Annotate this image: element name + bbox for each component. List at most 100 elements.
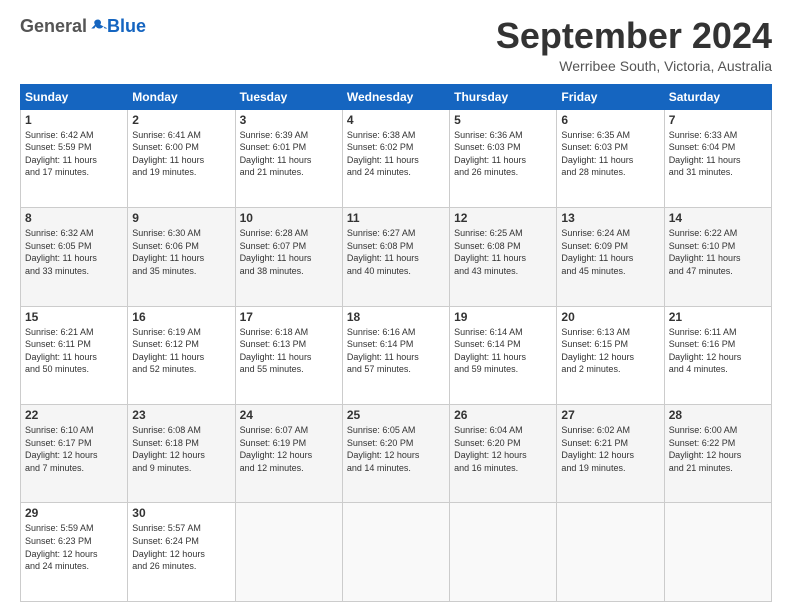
calendar-cell: 1 Sunrise: 6:42 AM Sunset: 5:59 PM Daylig… (21, 109, 128, 207)
cell-content: Sunrise: 6:41 AM Sunset: 6:00 PM Dayligh… (132, 129, 230, 179)
cell-content: Sunrise: 6:33 AM Sunset: 6:04 PM Dayligh… (669, 129, 767, 179)
calendar-cell: 22 Sunrise: 6:10 AM Sunset: 6:17 PM Dayli… (21, 405, 128, 503)
cell-content: Sunrise: 6:32 AM Sunset: 6:05 PM Dayligh… (25, 227, 123, 277)
calendar-cell (235, 503, 342, 602)
day-number: 14 (669, 211, 767, 225)
calendar-cell: 23Sunrise: 6:08 AM Sunset: 6:18 PM Dayli… (128, 405, 235, 503)
day-number: 22 (25, 408, 123, 422)
week-row-1: 1 Sunrise: 6:42 AM Sunset: 5:59 PM Daylig… (21, 109, 772, 207)
cell-content: Sunrise: 6:02 AM Sunset: 6:21 PM Dayligh… (561, 424, 659, 474)
cell-content: Sunrise: 6:19 AM Sunset: 6:12 PM Dayligh… (132, 326, 230, 376)
cell-content: Sunrise: 5:59 AM Sunset: 6:23 PM Dayligh… (25, 522, 123, 572)
cell-content: Sunrise: 6:04 AM Sunset: 6:20 PM Dayligh… (454, 424, 552, 474)
calendar-cell: 7 Sunrise: 6:33 AM Sunset: 6:04 PM Daylig… (664, 109, 771, 207)
logo-general-text: General (20, 16, 87, 37)
day-number: 20 (561, 310, 659, 324)
calendar-cell: 8Sunrise: 6:32 AM Sunset: 6:05 PM Daylig… (21, 208, 128, 306)
day-number: 25 (347, 408, 445, 422)
day-number: 5 (454, 113, 552, 127)
cell-content: Sunrise: 6:14 AM Sunset: 6:14 PM Dayligh… (454, 326, 552, 376)
day-header-tuesday: Tuesday (235, 84, 342, 109)
location: Werribee South, Victoria, Australia (496, 58, 772, 74)
day-number: 19 (454, 310, 552, 324)
calendar-cell: 24 Sunrise: 6:07 AM Sunset: 6:19 PM Dayli… (235, 405, 342, 503)
calendar-cell: 17 Sunrise: 6:18 AM Sunset: 6:13 PM Dayli… (235, 306, 342, 404)
calendar-cell: 29 Sunrise: 5:59 AM Sunset: 6:23 PM Dayli… (21, 503, 128, 602)
day-number: 6 (561, 113, 659, 127)
calendar-cell: 10 Sunrise: 6:28 AM Sunset: 6:07 PM Dayli… (235, 208, 342, 306)
day-number: 12 (454, 211, 552, 225)
calendar-cell: 13 Sunrise: 6:24 AM Sunset: 6:09 PM Dayli… (557, 208, 664, 306)
cell-content: Sunrise: 5:57 AM Sunset: 6:24 PM Dayligh… (132, 522, 230, 572)
day-number: 21 (669, 310, 767, 324)
cell-content: Sunrise: 6:07 AM Sunset: 6:19 PM Dayligh… (240, 424, 338, 474)
day-header-friday: Friday (557, 84, 664, 109)
calendar-cell: 19 Sunrise: 6:14 AM Sunset: 6:14 PM Dayli… (450, 306, 557, 404)
calendar-cell: 6 Sunrise: 6:35 AM Sunset: 6:03 PM Daylig… (557, 109, 664, 207)
week-row-2: 8Sunrise: 6:32 AM Sunset: 6:05 PM Daylig… (21, 208, 772, 306)
cell-content: Sunrise: 6:28 AM Sunset: 6:07 PM Dayligh… (240, 227, 338, 277)
day-number: 13 (561, 211, 659, 225)
calendar-cell: 4 Sunrise: 6:38 AM Sunset: 6:02 PM Daylig… (342, 109, 449, 207)
calendar-cell: 12 Sunrise: 6:25 AM Sunset: 6:08 PM Dayli… (450, 208, 557, 306)
cell-content: Sunrise: 6:24 AM Sunset: 6:09 PM Dayligh… (561, 227, 659, 277)
cell-content: Sunrise: 6:22 AM Sunset: 6:10 PM Dayligh… (669, 227, 767, 277)
calendar-cell: 16 Sunrise: 6:19 AM Sunset: 6:12 PM Dayli… (128, 306, 235, 404)
calendar-cell (664, 503, 771, 602)
calendar-cell (450, 503, 557, 602)
calendar-cell: 20 Sunrise: 6:13 AM Sunset: 6:15 PM Dayli… (557, 306, 664, 404)
day-header-saturday: Saturday (664, 84, 771, 109)
calendar-cell (557, 503, 664, 602)
logo: General Blue (20, 16, 146, 37)
day-number: 18 (347, 310, 445, 324)
header: General Blue September 2024 Werribee Sou… (20, 16, 772, 74)
cell-content: Sunrise: 6:13 AM Sunset: 6:15 PM Dayligh… (561, 326, 659, 376)
calendar-cell: 26 Sunrise: 6:04 AM Sunset: 6:20 PM Dayli… (450, 405, 557, 503)
day-header-sunday: Sunday (21, 84, 128, 109)
day-number: 4 (347, 113, 445, 127)
cell-content: Sunrise: 6:30 AM Sunset: 6:06 PM Dayligh… (132, 227, 230, 277)
calendar-cell: 3 Sunrise: 6:39 AM Sunset: 6:01 PM Daylig… (235, 109, 342, 207)
cell-content: Sunrise: 6:10 AM Sunset: 6:17 PM Dayligh… (25, 424, 123, 474)
month-title: September 2024 (496, 16, 772, 56)
calendar-cell: 30Sunrise: 5:57 AM Sunset: 6:24 PM Dayli… (128, 503, 235, 602)
calendar-cell: 5Sunrise: 6:36 AM Sunset: 6:03 PM Daylig… (450, 109, 557, 207)
calendar-cell: 15 Sunrise: 6:21 AM Sunset: 6:11 PM Dayli… (21, 306, 128, 404)
day-number: 26 (454, 408, 552, 422)
cell-content: Sunrise: 6:25 AM Sunset: 6:08 PM Dayligh… (454, 227, 552, 277)
day-number: 3 (240, 113, 338, 127)
day-number: 29 (25, 506, 123, 520)
calendar-cell: 21 Sunrise: 6:11 AM Sunset: 6:16 PM Dayli… (664, 306, 771, 404)
day-number: 17 (240, 310, 338, 324)
week-row-4: 22 Sunrise: 6:10 AM Sunset: 6:17 PM Dayli… (21, 405, 772, 503)
calendar-cell: 14 Sunrise: 6:22 AM Sunset: 6:10 PM Dayli… (664, 208, 771, 306)
day-header-thursday: Thursday (450, 84, 557, 109)
day-number: 1 (25, 113, 123, 127)
cell-content: Sunrise: 6:39 AM Sunset: 6:01 PM Dayligh… (240, 129, 338, 179)
cell-content: Sunrise: 6:05 AM Sunset: 6:20 PM Dayligh… (347, 424, 445, 474)
title-block: September 2024 Werribee South, Victoria,… (496, 16, 772, 74)
calendar-cell: 18Sunrise: 6:16 AM Sunset: 6:14 PM Dayli… (342, 306, 449, 404)
logo-bird-icon (89, 18, 107, 36)
day-number: 23 (132, 408, 230, 422)
cell-content: Sunrise: 6:11 AM Sunset: 6:16 PM Dayligh… (669, 326, 767, 376)
cell-content: Sunrise: 6:27 AM Sunset: 6:08 PM Dayligh… (347, 227, 445, 277)
day-number: 28 (669, 408, 767, 422)
day-header-monday: Monday (128, 84, 235, 109)
day-number: 7 (669, 113, 767, 127)
cell-content: Sunrise: 6:21 AM Sunset: 6:11 PM Dayligh… (25, 326, 123, 376)
calendar-table: SundayMondayTuesdayWednesdayThursdayFrid… (20, 84, 772, 602)
week-row-5: 29 Sunrise: 5:59 AM Sunset: 6:23 PM Dayli… (21, 503, 772, 602)
cell-content: Sunrise: 6:18 AM Sunset: 6:13 PM Dayligh… (240, 326, 338, 376)
cell-content: Sunrise: 6:42 AM Sunset: 5:59 PM Dayligh… (25, 129, 123, 179)
day-number: 24 (240, 408, 338, 422)
day-number: 9 (132, 211, 230, 225)
day-number: 16 (132, 310, 230, 324)
cell-content: Sunrise: 6:35 AM Sunset: 6:03 PM Dayligh… (561, 129, 659, 179)
day-number: 15 (25, 310, 123, 324)
cell-content: Sunrise: 6:38 AM Sunset: 6:02 PM Dayligh… (347, 129, 445, 179)
cell-content: Sunrise: 6:00 AM Sunset: 6:22 PM Dayligh… (669, 424, 767, 474)
day-number: 10 (240, 211, 338, 225)
logo-blue-text: Blue (107, 16, 146, 37)
calendar-cell: 28 Sunrise: 6:00 AM Sunset: 6:22 PM Dayli… (664, 405, 771, 503)
